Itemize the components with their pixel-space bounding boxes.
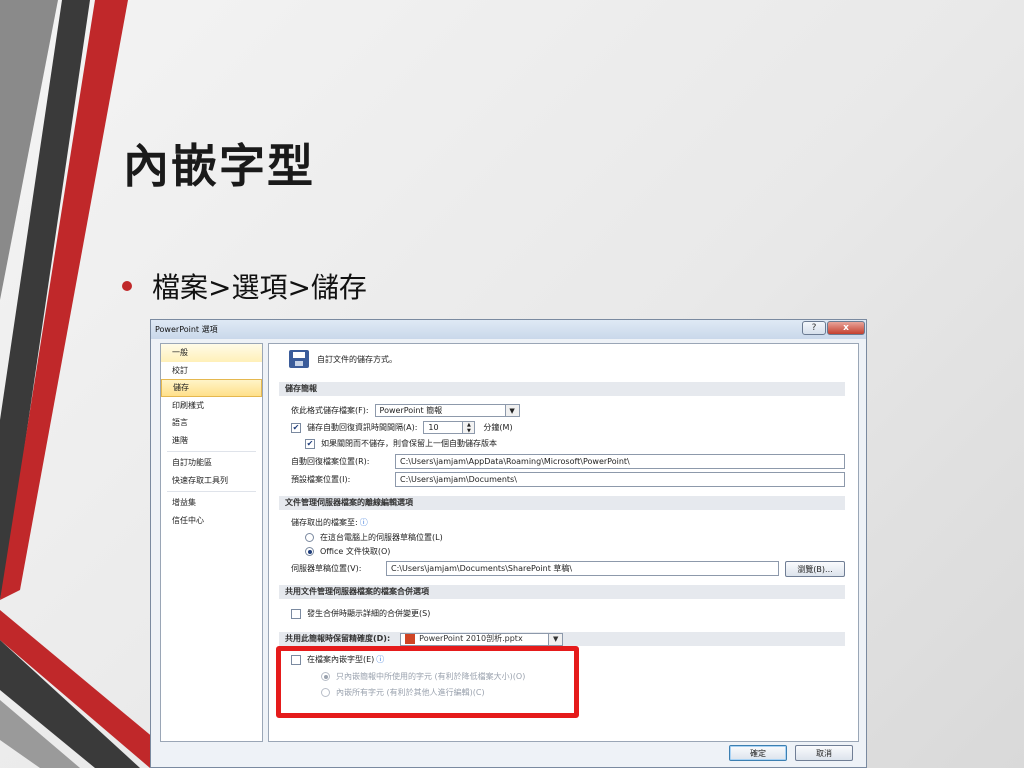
ok-button[interactable]: 確定: [729, 745, 787, 761]
office-cache-label: Office 文件快取(O): [320, 547, 391, 556]
section-offline-editing: 文件管理伺服器檔案的離線編輯選項: [279, 496, 845, 510]
minutes-label: 分鐘(M): [483, 423, 513, 432]
save-to-row: 儲存取出的檔案至: ⓘ: [291, 517, 368, 528]
server-drafts-label: 在這台電腦上的伺服器草稿位置(L): [320, 533, 443, 542]
drafts-location-value: C:\Users\jamjam\Documents\SharePoint 草稿\: [391, 564, 573, 573]
info-icon: ⓘ: [359, 518, 368, 527]
help-button[interactable]: ?: [802, 321, 826, 335]
keep-last-label: 如果關閉而不儲存，則會保留上一個自動儲存版本: [321, 439, 497, 448]
autorecover-value: 10: [428, 423, 439, 432]
panel-header: 自訂文件的儲存方式。: [289, 350, 397, 368]
close-button[interactable]: x: [827, 321, 865, 335]
nav-item-language[interactable]: 語言: [161, 414, 262, 432]
format-row: 依此格式儲存檔案(F): PowerPoint 簡報 ▼: [291, 404, 520, 417]
format-value: PowerPoint 簡報: [379, 406, 443, 415]
section-save-presentations: 儲存簡報: [279, 382, 845, 396]
autorecover-location-row: 自動回復檔案位置(R): C:\Users\jamjam\AppData\Roa…: [291, 454, 845, 469]
show-changes-row: 發生合併時顯示詳細的合併變更(S): [291, 608, 430, 619]
drafts-location-row: 伺服器草稿位置(V): C:\Users\jamjam\Documents\Sh…: [291, 561, 779, 576]
powerpoint-file-icon: [405, 634, 416, 644]
bullet-item: 檔案>選項>儲存: [122, 266, 367, 306]
nav-divider: [167, 491, 256, 492]
panel-header-text: 自訂文件的儲存方式。: [317, 354, 397, 364]
stripe-red: [0, 0, 128, 600]
default-location-label: 預設檔案位置(I):: [291, 475, 351, 484]
browse-button[interactable]: 瀏覽(B)...: [785, 561, 845, 577]
save-to-label: 儲存取出的檔案至:: [291, 518, 358, 527]
save-icon: [289, 350, 309, 368]
stripe-dark-bottom: [0, 640, 140, 768]
chevron-down-icon: ▼: [504, 405, 519, 416]
autorecover-location-input[interactable]: C:\Users\jamjam\AppData\Roaming\Microsof…: [395, 454, 845, 469]
chevron-down-icon: ▼: [548, 633, 563, 645]
section-fidelity: 共用此簡報時保留精確度(D): PowerPoint 2010剖析.pptx ▼: [279, 632, 845, 646]
option-cache-row: Office 文件快取(O): [305, 546, 390, 557]
nav-item-advanced[interactable]: 進階: [161, 432, 262, 450]
dialog-title: PowerPoint 選項: [155, 325, 218, 334]
format-dropdown[interactable]: PowerPoint 簡報 ▼: [374, 404, 520, 417]
nav-item-save[interactable]: 儲存: [161, 379, 262, 397]
show-changes-label: 發生合併時顯示詳細的合併變更(S): [307, 609, 431, 618]
default-location-row: 預設檔案位置(I): C:\Users\jamjam\Documents\: [291, 472, 845, 487]
fidelity-heading: 共用此簡報時保留精確度(D):: [285, 634, 391, 643]
stripe-gray-left: [0, 0, 58, 300]
highlight-annotation: [276, 646, 579, 718]
nav-item-trust-center[interactable]: 信任中心: [161, 512, 262, 530]
option-server-row: 在這台電腦上的伺服器草稿位置(L): [305, 532, 443, 543]
autorecover-label: 儲存自動回復資訊時間間隔(A):: [307, 423, 418, 432]
dialog-titlebar[interactable]: PowerPoint 選項 ? x: [151, 320, 866, 339]
drafts-location-input[interactable]: C:\Users\jamjam\Documents\SharePoint 草稿\: [386, 561, 779, 576]
options-nav: 一般 校訂 儲存 印刷樣式 語言 進階 自訂功能區 快速存取工具列 增益集 信任…: [160, 343, 263, 742]
nav-item-customize-ribbon[interactable]: 自訂功能區: [161, 454, 262, 472]
options-dialog: PowerPoint 選項 ? x 一般 校訂 儲存 印刷樣式 語言 進階 自訂…: [150, 319, 867, 768]
office-cache-radio[interactable]: [305, 547, 314, 556]
autorecover-location-label: 自動回復檔案位置(R):: [291, 457, 370, 466]
drafts-location-label: 伺服器草稿位置(V):: [291, 564, 362, 573]
nav-item-quick-access[interactable]: 快速存取工具列: [161, 472, 262, 490]
cancel-button[interactable]: 取消: [795, 745, 853, 761]
default-location-input[interactable]: C:\Users\jamjam\Documents\: [395, 472, 845, 487]
nav-divider: [167, 451, 256, 452]
nav-item-print-style[interactable]: 印刷樣式: [161, 397, 262, 415]
nav-item-proofing[interactable]: 校訂: [161, 362, 262, 380]
fidelity-presentation-value: PowerPoint 2010剖析.pptx: [419, 634, 523, 643]
stripe-dark: [0, 0, 90, 600]
default-location-value: C:\Users\jamjam\Documents\: [400, 475, 517, 484]
keep-last-checkbox[interactable]: ✔: [305, 438, 315, 449]
server-drafts-radio[interactable]: [305, 533, 314, 542]
autorecover-checkbox[interactable]: ✔: [291, 422, 301, 433]
section-merge-options: 共用文件管理伺服器檔案的檔案合併選項: [279, 585, 845, 599]
format-label: 依此格式儲存檔案(F):: [291, 406, 369, 415]
bullet-text: 檔案>選項>儲存: [152, 271, 367, 304]
slide-title: 內嵌字型: [123, 139, 315, 193]
bullet-dot-icon: [122, 281, 132, 291]
nav-item-general[interactable]: 一般: [161, 344, 262, 362]
autorecover-spinner[interactable]: ▲ ▼: [463, 421, 476, 434]
nav-item-addins[interactable]: 增益集: [161, 494, 262, 512]
show-changes-checkbox[interactable]: [291, 608, 301, 619]
autorecover-input[interactable]: 10: [423, 421, 464, 434]
fidelity-presentation-dropdown[interactable]: PowerPoint 2010剖析.pptx ▼: [400, 632, 564, 646]
keep-last-row: ✔ 如果關閉而不儲存，則會保留上一個自動儲存版本: [305, 438, 497, 449]
autorecover-location-value: C:\Users\jamjam\AppData\Roaming\Microsof…: [400, 457, 630, 466]
stripe-gray-bottom: [0, 700, 80, 768]
autorecover-row: ✔ 儲存自動回復資訊時間間隔(A): 10 ▲ ▼ 分鐘(M): [291, 421, 513, 434]
